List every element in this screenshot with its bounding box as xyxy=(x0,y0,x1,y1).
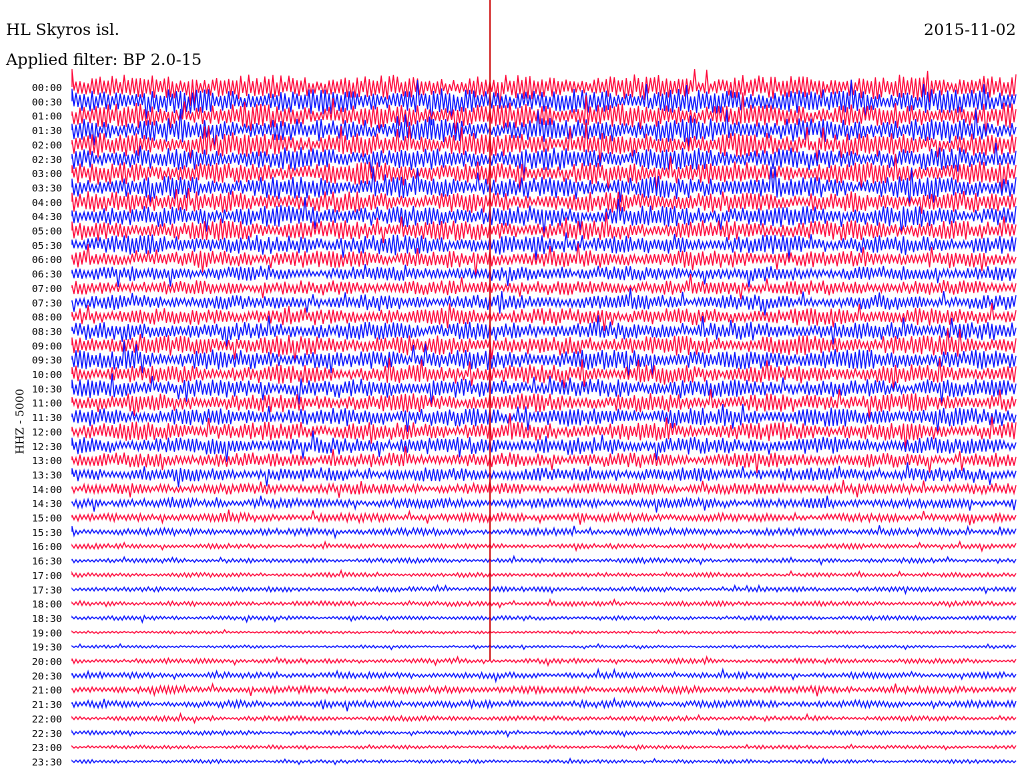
time-label: 18:30 xyxy=(32,614,62,625)
time-label: 06:00 xyxy=(32,255,62,266)
time-label: 14:00 xyxy=(32,485,62,496)
time-label: 23:00 xyxy=(32,743,62,754)
trace-row-2000 xyxy=(71,655,1017,668)
trace-row-1600 xyxy=(71,540,1017,553)
trace-row-2100 xyxy=(71,682,1017,698)
time-label: 13:00 xyxy=(32,456,62,467)
time-label: 10:00 xyxy=(32,370,62,381)
time-label: 19:00 xyxy=(32,628,62,639)
time-label: 21:00 xyxy=(32,686,62,697)
trace-row-2130 xyxy=(71,696,1017,712)
time-label: 15:30 xyxy=(32,528,62,539)
time-label: 17:00 xyxy=(32,571,62,582)
trace-row-1830 xyxy=(71,614,1017,625)
time-label: 15:00 xyxy=(32,514,62,525)
trace-row-1330 xyxy=(71,462,1017,488)
time-label: 00:00 xyxy=(32,83,62,94)
trace-row-1800 xyxy=(71,597,1017,609)
time-label: 05:30 xyxy=(32,241,62,252)
time-label: 10:30 xyxy=(32,384,62,395)
time-label: 20:00 xyxy=(32,657,62,668)
trace-row-1900 xyxy=(71,628,1017,635)
time-label: 02:30 xyxy=(32,155,62,166)
trace-row-1500 xyxy=(71,509,1017,526)
time-label: 16:00 xyxy=(32,542,62,553)
time-label: 00:30 xyxy=(32,97,62,108)
trace-row-1400 xyxy=(71,479,1017,498)
trace-row-1630 xyxy=(71,554,1017,567)
time-label: 04:30 xyxy=(32,212,62,223)
channel-label: HHZ - 5000 xyxy=(13,388,27,455)
trace-row-2200 xyxy=(71,711,1017,725)
time-label: 09:30 xyxy=(32,356,62,367)
trace-row-1530 xyxy=(71,524,1017,540)
time-label: 20:30 xyxy=(32,671,62,682)
time-label: 03:00 xyxy=(32,169,62,180)
trace-row-2330 xyxy=(71,757,1017,766)
time-label: 14:30 xyxy=(32,499,62,510)
trace-row-1700 xyxy=(71,568,1017,579)
time-label: 03:30 xyxy=(32,183,62,194)
time-label: 21:30 xyxy=(32,700,62,711)
time-label: 18:00 xyxy=(32,600,62,611)
trace-row-1730 xyxy=(71,583,1017,596)
trace-row-1230 xyxy=(71,430,1017,462)
time-label: 07:00 xyxy=(32,284,62,295)
time-label: 07:30 xyxy=(32,298,62,309)
time-label: 05:00 xyxy=(32,227,62,238)
time-label: 12:30 xyxy=(32,442,62,453)
time-label: 02:00 xyxy=(32,140,62,151)
time-label: 01:30 xyxy=(32,126,62,137)
trace-row-2300 xyxy=(71,743,1017,752)
time-label: 12:00 xyxy=(32,427,62,438)
time-label: 11:30 xyxy=(32,413,62,424)
trace-row-1930 xyxy=(71,642,1017,651)
trace-row-0630 xyxy=(71,264,1017,288)
time-label: 01:00 xyxy=(32,112,62,123)
trace-row-2030 xyxy=(71,667,1017,684)
seismic-traces xyxy=(71,68,1017,766)
time-label: 08:30 xyxy=(32,327,62,338)
time-label: 19:30 xyxy=(32,643,62,654)
trace-row-0800 xyxy=(71,302,1017,331)
helicorder-plot: 00:00 00:30 01:00 01:30 02:00 02:30 03:00 03:30… xyxy=(32,0,1017,768)
time-labels: 00:00 00:30 01:00 01:30 02:00 02:30 03:00 03:30… xyxy=(32,83,62,768)
time-label: 08:00 xyxy=(32,313,62,324)
time-label: 17:30 xyxy=(32,585,62,596)
time-label: 11:00 xyxy=(32,399,62,410)
time-label: 22:00 xyxy=(32,714,62,725)
time-label: 23:30 xyxy=(32,757,62,768)
time-label: 09:00 xyxy=(32,341,62,352)
trace-row-1430 xyxy=(71,495,1017,513)
time-label: 04:00 xyxy=(32,198,62,209)
time-label: 22:30 xyxy=(32,729,62,740)
time-label: 16:30 xyxy=(32,557,62,568)
time-label: 13:30 xyxy=(32,470,62,481)
trace-row-2230 xyxy=(71,728,1017,739)
time-label: 06:30 xyxy=(32,270,62,281)
